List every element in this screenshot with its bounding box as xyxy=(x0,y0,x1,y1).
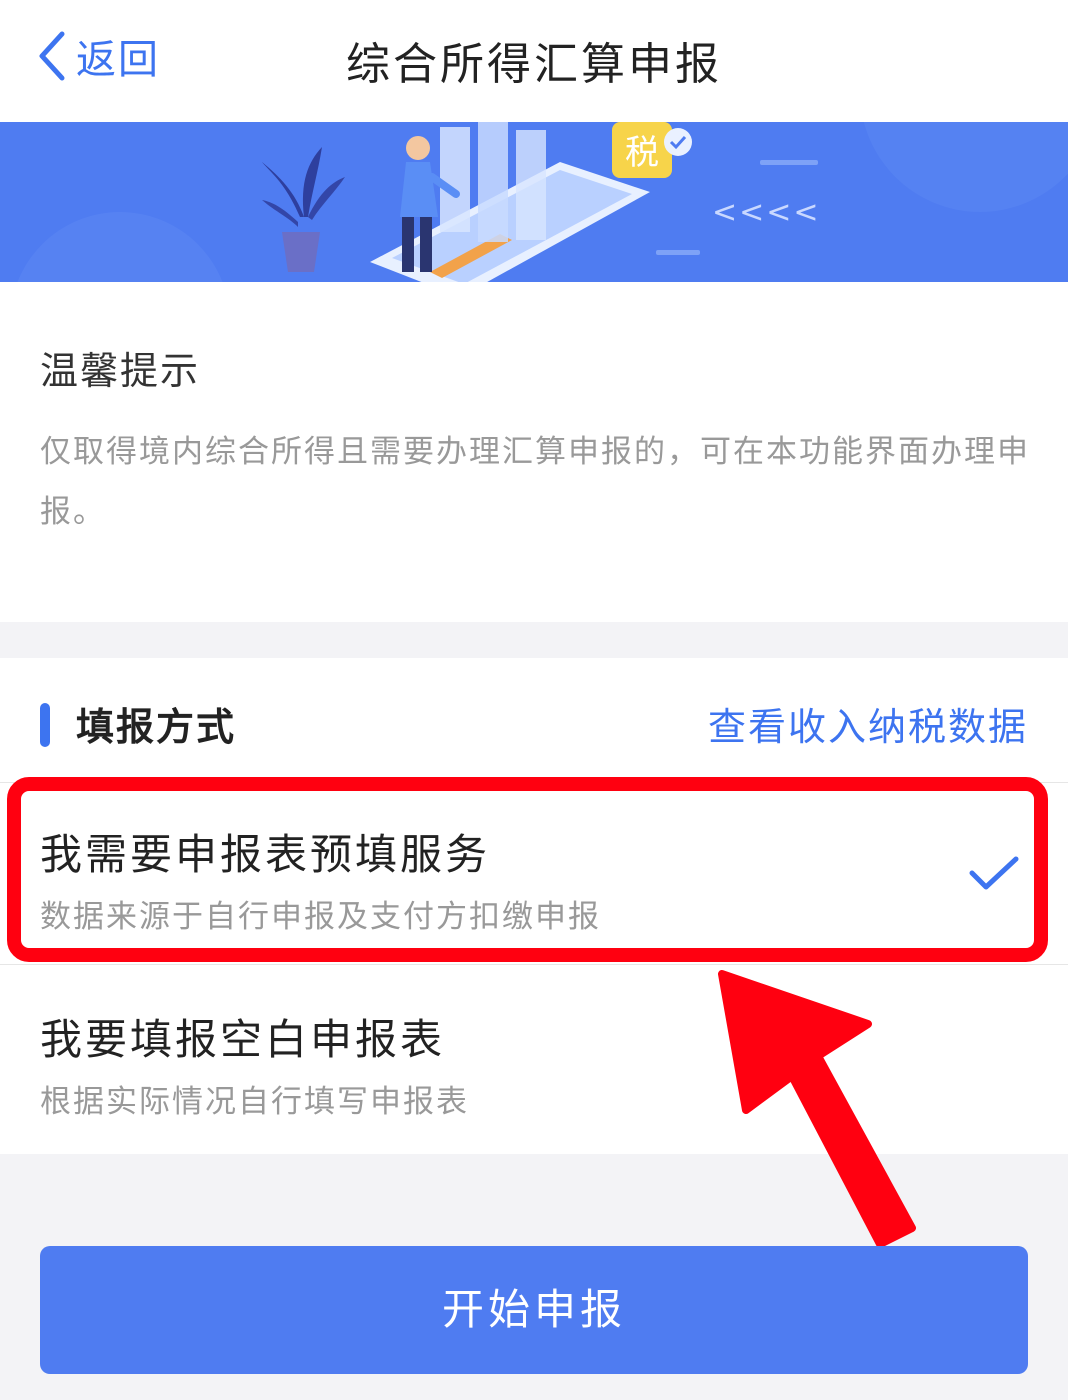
section-title: 填报方式 xyxy=(76,705,237,749)
page-title: 综合所得汇算申报 xyxy=(346,39,722,90)
nav-bar: 返回 综合所得汇算申报 xyxy=(0,0,1068,122)
view-income-tax-data-link[interactable]: 查看收入纳税数据 xyxy=(708,696,1028,751)
tips-title: 温馨提示 xyxy=(40,349,201,393)
plant-icon xyxy=(262,147,345,272)
tax-badge-icon: 税 xyxy=(612,122,692,178)
svg-text:<<<<: <<<< xyxy=(712,195,821,230)
red-arrow-annotation xyxy=(718,970,916,1248)
start-filing-button[interactable]: 开始申报 xyxy=(40,1246,1028,1374)
svg-text:税: 税 xyxy=(625,133,659,173)
banner-illustration: 税 <<<< xyxy=(0,122,1068,282)
tips-text: 仅取得境内综合所得且需要办理汇算申报的，可在本功能界面办理申报。 xyxy=(40,434,1030,530)
highlight-box xyxy=(7,777,1048,962)
option-title: 我要填报空白申报表 xyxy=(40,1015,446,1064)
option-subtitle: 根据实际情况自行填写申报表 xyxy=(40,1084,469,1120)
tips-card: 温馨提示 仅取得境内综合所得且需要办理汇算申报的，可在本功能界面办理申报。 xyxy=(0,282,1068,622)
section-indicator xyxy=(40,703,50,747)
